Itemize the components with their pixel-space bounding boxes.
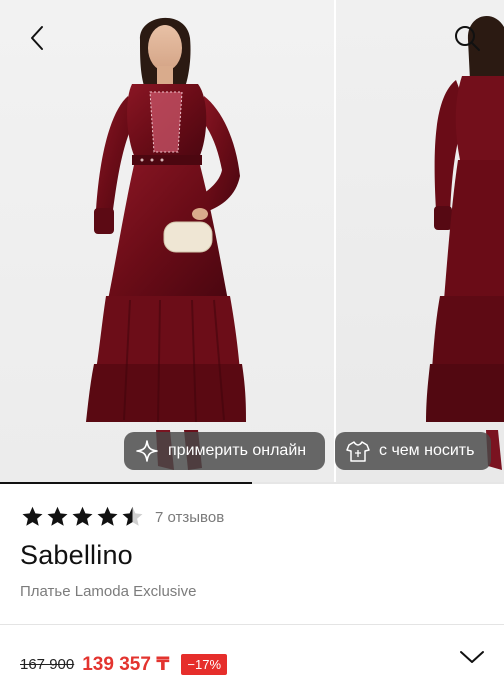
try-online-label: примерить онлайн	[168, 442, 307, 459]
price-row: 167 900 139 357 ₸ −17%	[20, 652, 228, 676]
star-icon	[72, 506, 93, 526]
product-photo-front[interactable]	[0, 0, 334, 484]
gallery-progress-fill	[0, 482, 252, 484]
back-button[interactable]	[22, 22, 52, 54]
search-button[interactable]	[450, 22, 484, 54]
current-price: 139 357 ₸	[82, 653, 170, 675]
star-icon	[47, 506, 68, 526]
old-price: 167 900	[20, 655, 75, 673]
star-icon	[22, 506, 43, 526]
discount-badge: −17%	[181, 653, 228, 675]
what-to-wear-label: с чем носить	[379, 442, 475, 459]
dress-back-illustration	[426, 16, 504, 470]
product-photo-back[interactable]	[336, 0, 504, 484]
search-icon	[455, 26, 480, 51]
outfit-icon	[345, 438, 371, 464]
dress-front-illustration	[86, 17, 246, 470]
sparkle-icon	[134, 438, 160, 464]
gallery-progress	[0, 482, 504, 484]
brand-name[interactable]: Sabellino	[20, 540, 133, 571]
rating-stars	[20, 505, 145, 529]
rating-row[interactable]: 7 отзывов	[20, 505, 224, 529]
product-name: Платье Lamoda Exclusive	[20, 583, 197, 600]
product-photo-gallery[interactable]: примерить онлайн с чем носить	[0, 0, 504, 484]
chevron-down-icon	[460, 651, 484, 663]
star-icon	[122, 506, 143, 526]
star-icon	[97, 506, 118, 526]
chevron-left-icon	[31, 26, 43, 50]
what-to-wear-button[interactable]: с чем носить	[335, 432, 491, 470]
divider	[0, 624, 504, 625]
try-online-button[interactable]: примерить онлайн	[124, 432, 325, 470]
reviews-count[interactable]: 7 отзывов	[155, 509, 224, 526]
expand-details-button[interactable]	[456, 644, 488, 670]
